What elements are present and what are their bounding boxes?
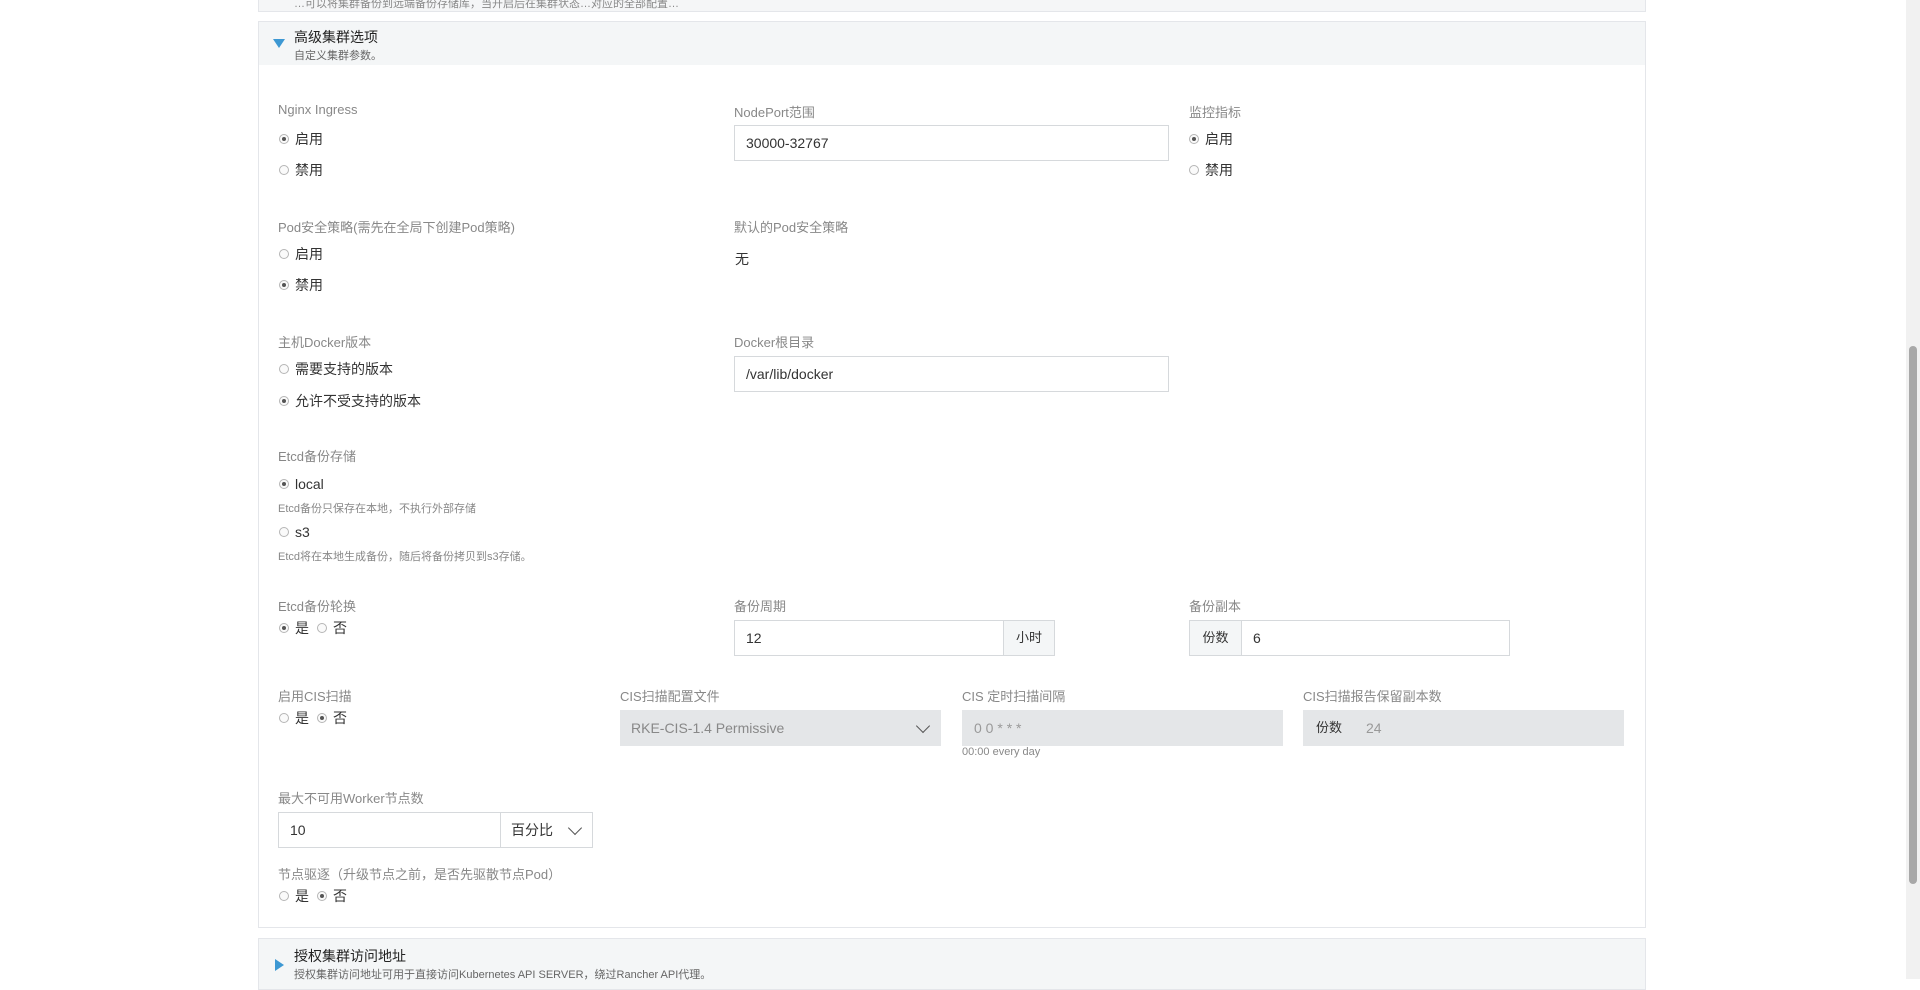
- radio-selected-icon: [317, 891, 327, 901]
- advanced-options-title: 高级集群选项: [294, 29, 378, 45]
- radio-unselected-icon: [279, 249, 289, 259]
- cis-profile-select[interactable]: RKE-CIS-1.4 Permissive: [620, 710, 941, 746]
- radio-selected-icon: [279, 623, 289, 633]
- pod-security-enable-radio[interactable]: 启用: [279, 245, 331, 263]
- radio-selected-icon: [1189, 134, 1199, 144]
- advanced-options-header[interactable]: 高级集群选项 自定义集群参数。: [258, 21, 1646, 67]
- cis-retention-input[interactable]: 24: [1354, 710, 1624, 746]
- etcd-s3-help: Etcd将在本地生成备份，随后将备份拷贝到s3存储。: [278, 551, 532, 563]
- caret-right-icon: [275, 959, 284, 971]
- radio-selected-icon: [317, 713, 327, 723]
- nginx-ingress-enable-radio[interactable]: 启用: [279, 130, 331, 148]
- nodeport-input[interactable]: 30000-32767: [734, 125, 1169, 161]
- pod-security-disable-radio[interactable]: 禁用: [279, 276, 331, 294]
- backup-period-input[interactable]: 12: [734, 620, 1004, 656]
- docker-root-label: Docker根目录: [734, 335, 815, 350]
- backup-copies-label: 备份副本: [1189, 599, 1242, 614]
- backup-period-unit: 小时: [1003, 620, 1055, 656]
- etcd-local-help: Etcd备份只保存在本地，不执行外部存储: [278, 503, 477, 515]
- etcd-rotate-no-radio[interactable]: 否: [317, 619, 355, 637]
- backup-copies-prefix: 份数: [1189, 620, 1242, 656]
- docker-root-input[interactable]: /var/lib/docker: [734, 356, 1169, 392]
- docker-version-label: 主机Docker版本: [278, 335, 372, 350]
- pod-security-label: Pod安全策略(需先在全局下创建Pod策略): [278, 220, 515, 235]
- previous-section-footer: …可以将集群备份到远端备份存储库，当开启后在集群状态…对应的全部配置…: [258, 0, 1646, 12]
- backup-period-label: 备份周期: [734, 599, 787, 614]
- cis-profile-value: RKE-CIS-1.4 Permissive: [631, 720, 785, 736]
- cis-enable-yes-radio[interactable]: 是: [279, 709, 317, 727]
- etcd-rotate-label: Etcd备份轮换: [278, 599, 357, 614]
- chevron-down-icon: [567, 820, 583, 836]
- nginx-ingress-disable-radio[interactable]: 禁用: [279, 161, 331, 179]
- auth-endpoint-subtitle: 授权集群访问地址可用于直接访问Kubernetes API SERVER，绕过R…: [294, 969, 712, 981]
- scrollbar-thumb[interactable]: [1909, 346, 1917, 884]
- monitoring-disable-radio[interactable]: 禁用: [1189, 161, 1241, 179]
- cis-interval-label: CIS 定时扫描间隔: [962, 689, 1066, 704]
- radio-unselected-icon: [279, 527, 289, 537]
- max-unavailable-unit-select[interactable]: 百分比: [500, 812, 593, 848]
- default-psp-value: 无: [735, 251, 749, 267]
- scrollbar[interactable]: [1906, 0, 1920, 979]
- cis-profile-label: CIS扫描配置文件: [620, 689, 720, 704]
- cis-retention-label: CIS扫描报告保留副本数: [1303, 689, 1442, 704]
- monitoring-enable-radio[interactable]: 启用: [1189, 130, 1241, 148]
- monitoring-label: 监控指标: [1189, 105, 1242, 120]
- default-psp-label: 默认的Pod安全策略: [734, 220, 849, 235]
- previous-section-subtitle: …可以将集群备份到远端备份存储库，当开启后在集群状态…对应的全部配置…: [294, 0, 679, 10]
- nodeport-label: NodePort范围: [734, 105, 815, 120]
- backup-copies-input[interactable]: 6: [1241, 620, 1510, 656]
- drain-label: 节点驱逐（升级节点之前，是否先驱散节点Pod）: [278, 867, 562, 882]
- cis-interval-help: 00:00 every day: [962, 746, 1041, 758]
- cis-interval-input[interactable]: 0 0 * * *: [962, 710, 1283, 746]
- drain-yes-radio[interactable]: 是: [279, 887, 317, 905]
- advanced-options-subtitle: 自定义集群参数。: [294, 50, 382, 62]
- radio-unselected-icon: [279, 165, 289, 175]
- auth-endpoint-header[interactable]: 授权集群访问地址 授权集群访问地址可用于直接访问Kubernetes API S…: [258, 938, 1646, 990]
- drain-no-radio[interactable]: 否: [317, 887, 355, 905]
- caret-down-icon: [273, 39, 285, 48]
- radio-selected-icon: [279, 479, 289, 489]
- radio-unselected-icon: [1189, 165, 1199, 175]
- cis-enable-no-radio[interactable]: 否: [317, 709, 355, 727]
- cis-enable-label: 启用CIS扫描: [278, 689, 352, 704]
- auth-endpoint-title: 授权集群访问地址: [294, 948, 406, 964]
- max-unavailable-label: 最大不可用Worker节点数: [278, 791, 424, 806]
- radio-unselected-icon: [279, 364, 289, 374]
- docker-version-unsupported-radio[interactable]: 允许不受支持的版本: [279, 392, 429, 410]
- etcd-rotate-yes-radio[interactable]: 是: [279, 619, 317, 637]
- radio-unselected-icon: [279, 891, 289, 901]
- advanced-options-body: [258, 65, 1646, 928]
- max-unavailable-unit-value: 百分比: [511, 822, 553, 838]
- docker-version-supported-radio[interactable]: 需要支持的版本: [279, 360, 401, 378]
- radio-unselected-icon: [317, 623, 327, 633]
- nginx-ingress-label: Nginx Ingress: [278, 102, 358, 117]
- radio-selected-icon: [279, 280, 289, 290]
- etcd-storage-label: Etcd备份存储: [278, 449, 357, 464]
- cis-retention-prefix: 份数: [1303, 710, 1355, 746]
- max-unavailable-input[interactable]: 10: [278, 812, 501, 848]
- radio-selected-icon: [279, 134, 289, 144]
- chevron-down-icon: [915, 718, 931, 734]
- radio-selected-icon: [279, 396, 289, 406]
- etcd-storage-local-radio[interactable]: local: [279, 475, 332, 493]
- etcd-storage-s3-radio[interactable]: s3: [279, 523, 318, 541]
- radio-unselected-icon: [279, 713, 289, 723]
